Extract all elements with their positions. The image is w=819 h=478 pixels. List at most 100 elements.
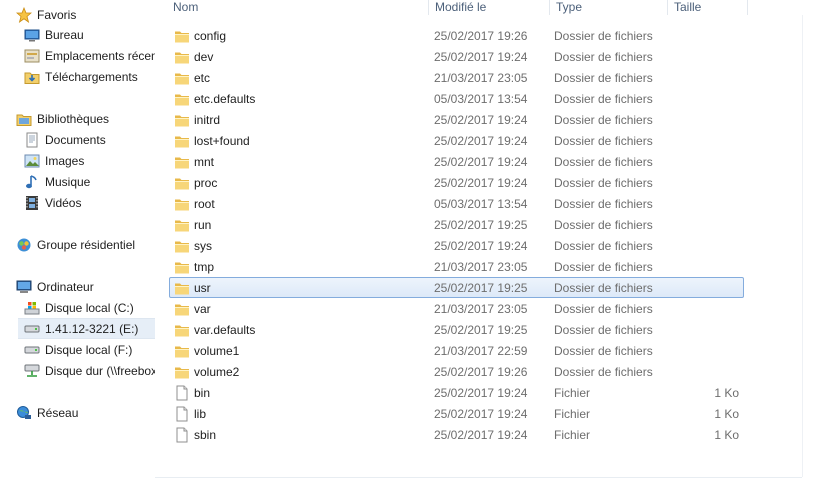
column-header-modified[interactable]: Modifié le [429,0,550,15]
nav-item-label: Vidéos [45,195,82,210]
file-size: 1 Ko [714,428,739,442]
folder-row[interactable]: lost+found 25/02/2017 19:24 Dossier de fic… [169,130,744,151]
file-icon [174,406,190,422]
folder-row[interactable]: config 25/02/2017 19:26 Dossier de fichier… [169,25,744,46]
folder-row[interactable]: volume1 21/03/2017 22:59 Dossier de fichie… [169,340,744,361]
folder-row[interactable]: proc 25/02/2017 19:24 Dossier de fichiers [169,172,744,193]
file-row[interactable]: sbin 25/02/2017 19:24 Fichier 1 Ko [169,424,744,445]
file-modified-date: 25/02/2017 19:24 [434,176,528,190]
nav-item-label: Documents [45,132,106,147]
folder-icon [174,112,190,128]
nav-item-bureau[interactable]: Bureau [24,24,155,45]
folder-row[interactable]: volume2 25/02/2017 19:26 Dossier de fichie… [169,361,744,382]
nav-homegroup[interactable]: Groupe résidentiel [16,234,155,255]
libraries-icon [16,111,32,127]
folder-icon [174,280,190,296]
folder-row[interactable]: var.defaults 25/02/2017 19:25 Dossier de f… [169,319,744,340]
file-name: sys [194,239,212,253]
folder-icon [174,91,190,107]
file-type: Dossier de fichiers [554,197,653,211]
file-list-pane: Nom Modifié le Type Taille config 25/02/2… [155,0,819,478]
folder-row[interactable]: etc 21/03/2017 23:05 Dossier de fichiers [169,67,744,88]
file-name: root [194,197,215,211]
nav-item-network-drive[interactable]: Disque dur (\\freebox-server) [24,360,155,381]
file-modified-date: 25/02/2017 19:26 [434,365,528,379]
file-size: 1 Ko [714,386,739,400]
folder-icon [174,154,190,170]
nav-libraries[interactable]: Bibliothèques [16,108,155,129]
star-icon [16,6,32,23]
video-film-icon [24,195,40,211]
folder-icon [174,259,190,275]
folder-row[interactable]: tmp 21/03/2017 23:05 Dossier de fichiers [169,256,744,277]
nav-item-videos[interactable]: Vidéos [24,192,155,213]
folder-row[interactable]: var 21/03/2017 23:05 Dossier de fichiers [169,298,744,319]
nav-computer[interactable]: Ordinateur [16,276,155,297]
nav-favorites[interactable]: Favoris [16,4,155,25]
file-type: Dossier de fichiers [554,92,653,106]
nav-item-documents[interactable]: Documents [24,129,155,150]
folder-icon [174,301,190,317]
file-type: Dossier de fichiers [554,344,653,358]
file-icon [174,427,190,443]
folder-row[interactable]: mnt 25/02/2017 19:24 Dossier de fichiers [169,151,744,172]
recent-places-icon [24,48,40,64]
folder-row[interactable]: usr 25/02/2017 19:25 Dossier de fichiers [169,277,744,298]
nav-item-music[interactable]: Musique [24,171,155,192]
file-name: dev [194,50,214,64]
network-drive-icon [24,363,40,379]
file-name: etc.defaults [194,92,256,106]
folder-icon [174,364,190,380]
folder-icon [174,133,190,149]
file-name: bin [194,386,211,400]
file-name: volume1 [194,344,240,358]
nav-network-label: Réseau [37,405,79,420]
nav-item-label: Bureau [45,27,84,42]
file-name: initrd [194,113,221,127]
column-header-type[interactable]: Type [550,0,668,15]
file-type: Dossier de fichiers [554,113,653,127]
folder-icon [174,217,190,233]
file-name: tmp [194,260,215,274]
file-modified-date: 05/03/2017 13:54 [434,197,528,211]
file-name: lib [194,407,207,421]
folder-row[interactable]: run 25/02/2017 19:25 Dossier de fichiers [169,214,744,235]
nav-item-drive-e[interactable]: 1.41.12-3221 (E:) [18,318,155,339]
nav-item-drive-c[interactable]: Disque local (C:) [24,297,155,318]
file-name: var.defaults [194,323,256,337]
file-row[interactable]: lib 25/02/2017 19:24 Fichier 1 Ko [169,403,744,424]
nav-computer-label: Ordinateur [37,279,94,294]
nav-item-drive-f[interactable]: Disque local (F:) [24,339,155,360]
column-header-name[interactable]: Nom [167,0,429,15]
nav-network[interactable]: Réseau [16,402,155,423]
file-type: Dossier de fichiers [554,281,653,295]
folder-row[interactable]: root 05/03/2017 13:54 Dossier de fichiers [169,193,744,214]
file-modified-date: 25/02/2017 19:24 [434,134,528,148]
file-type: Dossier de fichiers [554,134,653,148]
file-modified-date: 25/02/2017 19:24 [434,50,528,64]
folder-row[interactable]: etc.defaults 05/03/2017 13:54 Dossier de f… [169,88,744,109]
file-modified-date: 21/03/2017 23:05 [434,302,528,316]
file-type: Dossier de fichiers [554,302,653,316]
file-type: Dossier de fichiers [554,323,653,337]
file-name: usr [194,281,211,295]
file-name: config [194,29,227,43]
file-row[interactable]: bin 25/02/2017 19:24 Fichier 1 Ko [169,382,744,403]
file-name: etc [194,71,211,85]
nav-item-images[interactable]: Images [24,150,155,171]
folder-row[interactable]: dev 25/02/2017 19:24 Dossier de fichiers [169,46,744,67]
file-type: Dossier de fichiers [554,155,653,169]
folder-icon [174,238,190,254]
file-modified-date: 25/02/2017 19:24 [434,155,528,169]
folder-row[interactable]: initrd 25/02/2017 19:24 Dossier de fichier… [169,109,744,130]
folder-icon [174,322,190,338]
file-type: Dossier de fichiers [554,218,653,232]
file-name: sbin [194,428,217,442]
column-header-size[interactable]: Taille [668,0,748,15]
nav-item-label: Images [45,153,85,168]
folder-row[interactable]: sys 25/02/2017 19:24 Dossier de fichiers [169,235,744,256]
nav-item-recent-places[interactable]: Emplacements récents [24,45,155,66]
nav-item-downloads[interactable]: Téléchargements [24,66,155,87]
downloads-folder-icon [24,69,40,85]
nav-libraries-label: Bibliothèques [37,111,110,126]
